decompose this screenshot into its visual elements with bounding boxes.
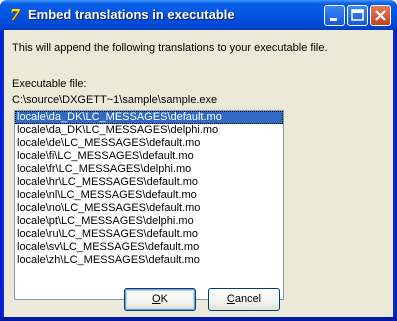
executable-path: C:\source\DXGETT~1\sample\sample.exe bbox=[12, 94, 218, 106]
list-item[interactable]: locale\sv\LC_MESSAGES\default.mo bbox=[15, 241, 283, 254]
window-frame-bottom bbox=[0, 317, 397, 321]
cancel-accel: C bbox=[226, 293, 235, 305]
list-item[interactable]: locale\nl\LC_MESSAGES\default.mo bbox=[15, 189, 283, 202]
maximize-button[interactable] bbox=[347, 5, 368, 26]
list-item[interactable]: locale\ru\LC_MESSAGES\default.mo bbox=[15, 228, 283, 241]
executable-label: Executable file: bbox=[12, 78, 87, 90]
list-item[interactable]: locale\pt\LC_MESSAGES\delphi.mo bbox=[15, 215, 283, 228]
cancel-label: ancel bbox=[234, 293, 262, 305]
list-item[interactable]: locale\hr\LC_MESSAGES\default.mo bbox=[15, 176, 283, 189]
list-item[interactable]: locale\zh\LC_MESSAGES\default.mo bbox=[15, 254, 283, 267]
translations-listbox[interactable]: locale\da_DK\LC_MESSAGES\default.mo local… bbox=[14, 110, 284, 300]
list-item[interactable]: locale\da_DK\LC_MESSAGES\default.mo bbox=[15, 111, 283, 124]
list-item[interactable]: locale\fi\LC_MESSAGES\default.mo bbox=[15, 150, 283, 163]
cancel-button[interactable]: Cancel bbox=[208, 288, 280, 311]
minimize-icon bbox=[330, 18, 337, 21]
ok-label: K bbox=[160, 293, 168, 305]
list-item[interactable]: locale\fr\LC_MESSAGES\delphi.mo bbox=[15, 163, 283, 176]
close-button[interactable] bbox=[370, 5, 391, 26]
list-item[interactable]: locale\no\LC_MESSAGES\default.mo bbox=[15, 202, 283, 215]
dialog-window: 7 Embed translations in executable This … bbox=[0, 0, 397, 321]
intro-text: This will append the following translati… bbox=[12, 42, 328, 54]
title-bar[interactable]: 7 Embed translations in executable bbox=[0, 0, 397, 30]
list-item[interactable]: locale\de\LC_MESSAGES\default.mo bbox=[15, 137, 283, 150]
ok-button[interactable]: OK bbox=[124, 288, 196, 311]
delphi-icon: 7 bbox=[9, 6, 21, 24]
window-frame-right bbox=[393, 30, 397, 321]
dialog-client-area: This will append the following translati… bbox=[4, 30, 393, 317]
window-title: Embed translations in executable bbox=[28, 7, 235, 22]
ok-accel: O bbox=[152, 293, 161, 305]
list-item[interactable]: locale\da_DK\LC_MESSAGES\delphi.mo bbox=[15, 124, 283, 137]
close-icon bbox=[375, 10, 386, 21]
maximize-icon bbox=[351, 9, 364, 21]
minimize-button[interactable] bbox=[324, 5, 345, 26]
